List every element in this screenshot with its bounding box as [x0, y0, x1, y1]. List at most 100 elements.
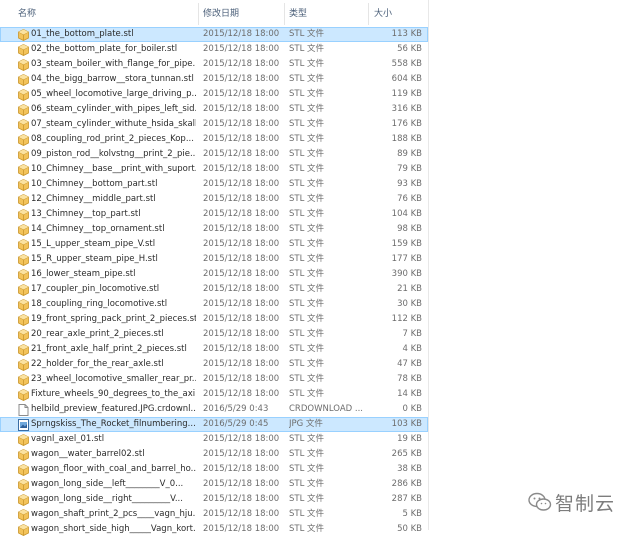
file-name: vagnl_axel_01.stl — [31, 434, 105, 444]
file-row[interactable]: helbild_preview_featured.JPG.crdownl... 2… — [0, 402, 428, 417]
file-name: 18_coupling_ring_locomotive.stl — [31, 299, 168, 309]
column-header-size[interactable]: 大小 — [374, 0, 392, 26]
file-size: 316 KB — [391, 104, 422, 114]
file-type: STL 文件 — [289, 374, 325, 384]
file-row[interactable]: vagnl_axel_01.stl 2015/12/18 18:00 STL 文件 1… — [0, 432, 428, 447]
file-row[interactable]: wagon__water_barrel02.stl 2015/12/18 18:0… — [0, 447, 428, 462]
file-name: 16_lower_steam_pipe.stl — [31, 269, 136, 279]
stl-file-icon — [18, 449, 29, 461]
file-size: 119 KB — [391, 89, 422, 99]
file-type: STL 文件 — [289, 194, 325, 204]
file-name: Sprngskiss_The_Rocket_filnumbering... — [31, 419, 196, 429]
file-name: 05_wheel_locomotive_large_driving_p... — [31, 89, 196, 99]
file-row[interactable]: 06_steam_cylinder_with_pipes_left_sid...… — [0, 102, 428, 117]
file-name: Fixture_wheels_90_degrees_to_the_axi... — [31, 389, 196, 399]
file-size: 176 KB — [391, 119, 422, 129]
file-name: 01_the_bottom_plate.stl — [31, 29, 134, 39]
file-row[interactable]: Sprngskiss_The_Rocket_filnumbering... 201… — [0, 417, 428, 432]
file-row[interactable]: 20_rear_axle_print_2_pieces.stl 2015/12/1… — [0, 327, 428, 342]
stl-file-icon — [18, 344, 29, 356]
stl-file-icon — [18, 44, 29, 56]
file-modified-date: 2015/12/18 18:00 — [203, 74, 280, 84]
file-row[interactable]: 02_the_bottom_plate_for_boiler.stl 2015/1… — [0, 42, 428, 57]
file-row[interactable]: wagon_long_side__right_________V... 2015/… — [0, 492, 428, 507]
file-modified-date: 2015/12/18 18:00 — [203, 89, 280, 99]
file-size: 30 KB — [397, 299, 422, 309]
file-row[interactable]: 08_coupling_rod_print_2_pieces_Kop... 201… — [0, 132, 428, 147]
file-size: 558 KB — [391, 59, 422, 69]
file-modified-date: 2015/12/18 18:00 — [203, 464, 280, 474]
file-row[interactable]: 16_lower_steam_pipe.stl 2015/12/18 18:00 S… — [0, 267, 428, 282]
stl-file-icon — [18, 494, 29, 506]
column-header-date[interactable]: 修改日期 — [203, 0, 239, 26]
file-type: STL 文件 — [289, 74, 325, 84]
file-row[interactable]: wagon_shaft_print_2_pcs____vagn_hju... 20… — [0, 507, 428, 522]
column-divider[interactable] — [368, 3, 369, 25]
file-modified-date: 2015/12/18 18:00 — [203, 299, 280, 309]
file-type: STL 文件 — [289, 434, 325, 444]
file-modified-date: 2015/12/18 18:00 — [203, 194, 280, 204]
file-row[interactable]: 03_steam_boiler_with_flange_for_pipe... 2… — [0, 57, 428, 72]
file-row[interactable]: 19_front_spring_pack_print_2_pieces.stl 2… — [0, 312, 428, 327]
file-modified-date: 2015/12/18 18:00 — [203, 44, 280, 54]
file-size: 159 KB — [391, 239, 422, 249]
file-row[interactable]: 15_L_upper_steam_pipe_V.stl 2015/12/18 18… — [0, 237, 428, 252]
file-row[interactable]: 22_holder_for_the_rear_axle.stl 2015/12/1… — [0, 357, 428, 372]
file-modified-date: 2015/12/18 18:00 — [203, 149, 280, 159]
file-row[interactable]: 23_wheel_locomotive_smaller_rear_pr... 20… — [0, 372, 428, 387]
file-row[interactable]: 01_the_bottom_plate.stl 2015/12/18 18:00 S… — [0, 27, 428, 42]
stl-file-icon — [18, 434, 29, 446]
stl-file-icon — [18, 284, 29, 296]
column-header-name[interactable]: 名称 — [18, 0, 36, 26]
file-type: STL 文件 — [289, 164, 325, 174]
file-type: STL 文件 — [289, 284, 325, 294]
watermark-text: 智制云 — [555, 493, 616, 515]
column-divider[interactable] — [284, 3, 285, 25]
file-name: 13_Chimney__top_part.stl — [31, 209, 141, 219]
stl-file-icon — [18, 254, 29, 266]
file-list-pane: 名称 修改日期 类型 大小 01_the_bottom_plate.stl 201… — [0, 0, 428, 536]
column-header-type[interactable]: 类型 — [289, 0, 307, 26]
wechat-logo-icon — [528, 492, 552, 511]
file-modified-date: 2015/12/18 18:00 — [203, 314, 280, 324]
file-row[interactable]: Fixture_wheels_90_degrees_to_the_axi... 2… — [0, 387, 428, 402]
file-modified-date: 2015/12/18 18:00 — [203, 59, 280, 69]
file-modified-date: 2015/12/18 18:00 — [203, 179, 280, 189]
stl-file-icon — [18, 194, 29, 206]
file-size: 287 KB — [391, 494, 422, 504]
file-row[interactable]: 13_Chimney__top_part.stl 2015/12/18 18:00… — [0, 207, 428, 222]
file-modified-date: 2015/12/18 18:00 — [203, 509, 280, 519]
file-name: 20_rear_axle_print_2_pieces.stl — [31, 329, 164, 339]
stl-file-icon — [18, 359, 29, 371]
file-modified-date: 2015/12/18 18:00 — [203, 224, 280, 234]
file-row[interactable]: 14_Chimney__top_ornament.stl 2015/12/18 1… — [0, 222, 428, 237]
file-row[interactable]: 04_the_bigg_barrow__stora_tunnan.stl 2015… — [0, 72, 428, 87]
file-row[interactable]: 09_piston_rod__kolvstng__print_2_pie... 2… — [0, 147, 428, 162]
file-modified-date: 2015/12/18 18:00 — [203, 374, 280, 384]
file-modified-date: 2015/12/18 18:00 — [203, 494, 280, 504]
file-type: STL 文件 — [289, 119, 325, 129]
file-row[interactable]: 12_Chimney__middle_part.stl 2015/12/18 18… — [0, 192, 428, 207]
file-row[interactable]: 18_coupling_ring_locomotive.stl 2015/12/1… — [0, 297, 428, 312]
stl-file-icon — [18, 74, 29, 86]
file-size: 103 KB — [391, 419, 422, 429]
file-row[interactable]: 05_wheel_locomotive_large_driving_p... 20… — [0, 87, 428, 102]
file-row[interactable]: 17_coupler_pin_locomotive.stl 2015/12/18 … — [0, 282, 428, 297]
column-divider[interactable] — [198, 3, 199, 25]
file-row[interactable]: 10_Chimney__base__print_with_suport... 20… — [0, 162, 428, 177]
file-type: STL 文件 — [289, 134, 325, 144]
file-modified-date: 2015/12/18 18:00 — [203, 329, 280, 339]
file-row[interactable]: 21_front_axle_half_print_2_pieces.stl 201… — [0, 342, 428, 357]
file-name: wagon_long_side__right_________V... — [31, 494, 183, 504]
file-row[interactable]: 07_steam_cylinder_withute_hsida_skall...… — [0, 117, 428, 132]
stl-file-icon — [18, 134, 29, 146]
file-size: 5 KB — [402, 509, 422, 519]
file-size: 604 KB — [391, 74, 422, 84]
file-row[interactable]: 15_R_upper_steam_pipe_H.stl 2015/12/18 18… — [0, 252, 428, 267]
file-name: wagon__water_barrel02.stl — [31, 449, 145, 459]
file-type: STL 文件 — [289, 329, 325, 339]
file-type: STL 文件 — [289, 344, 325, 354]
file-row[interactable]: 10_Chimney__bottom_part.stl 2015/12/18 18… — [0, 177, 428, 192]
file-row[interactable]: wagon_long_side__left________V_0... 2015/… — [0, 477, 428, 492]
file-row[interactable]: wagon_floor_with_coal_and_barrel_ho... 20… — [0, 462, 428, 477]
